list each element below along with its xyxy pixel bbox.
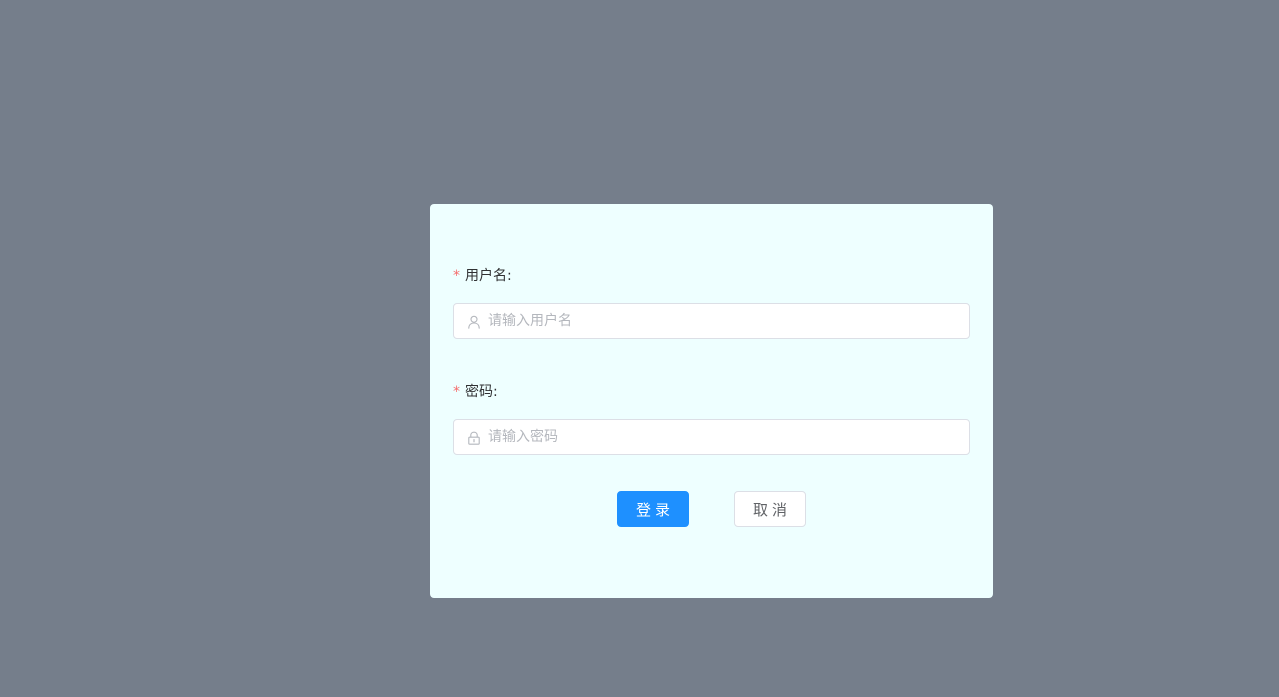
username-input[interactable] [488,304,958,338]
username-label-text: 用户名: [465,268,512,284]
cancel-button[interactable]: 取消 [734,491,806,527]
username-label: * 用户名: [453,266,512,286]
lock-icon [467,430,481,445]
user-icon [467,314,481,329]
password-label-text: 密码: [465,384,498,400]
required-mark: * [453,384,460,400]
username-input-wrapper[interactable] [453,303,970,339]
password-input[interactable] [488,420,958,454]
login-dialog: * 用户名: * 密码: 登录 取消 [430,204,993,598]
password-input-wrapper[interactable] [453,419,970,455]
required-mark: * [453,268,460,284]
password-label: * 密码: [453,382,498,402]
login-button[interactable]: 登录 [617,491,689,527]
